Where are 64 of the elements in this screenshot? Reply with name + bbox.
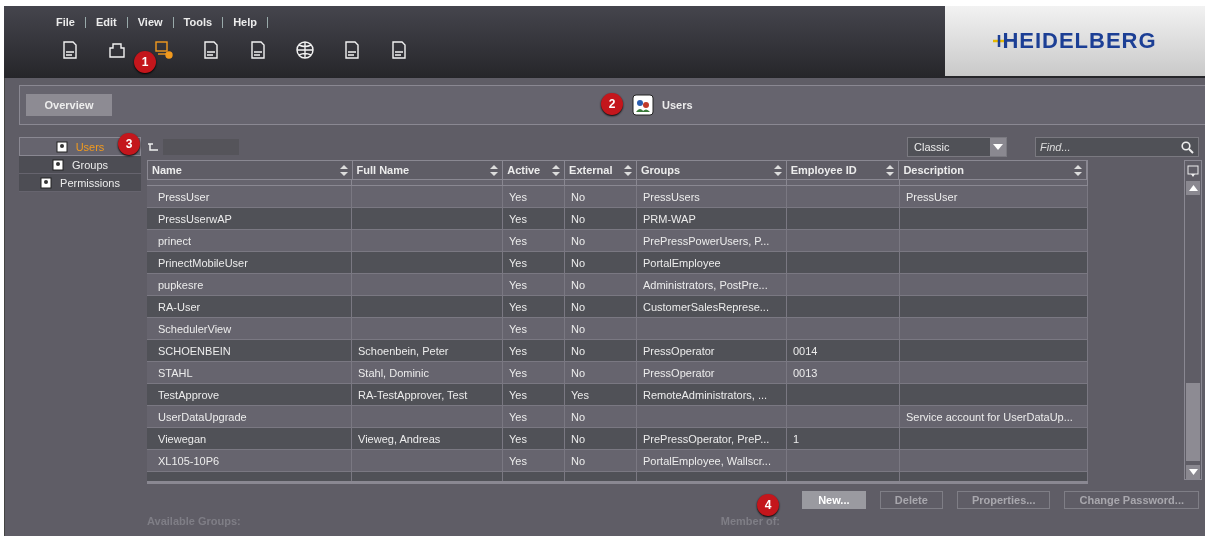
- table-cell: Administrators, PostPre...: [637, 274, 787, 295]
- table-cell: XL105-10P6: [147, 450, 352, 471]
- table-cell: No: [565, 296, 637, 317]
- table-cell: No: [565, 230, 637, 251]
- table-cell: Yes: [503, 252, 565, 273]
- table-cell: pupkesre: [147, 274, 352, 295]
- table-cell: PressUserwAP: [147, 208, 352, 229]
- table-cell: No: [565, 450, 637, 471]
- logo-text: HEIDELBERG: [1002, 28, 1157, 54]
- sidebar-tab-label: Groups: [71, 158, 109, 171]
- table-cell: Yes: [503, 274, 565, 295]
- table-cell: Yes: [503, 450, 565, 471]
- table-cell: No: [565, 340, 637, 361]
- table-cell: CustomerSalesReprese...: [637, 296, 787, 317]
- table-cell: No: [565, 274, 637, 295]
- table-cell: Yes: [503, 384, 565, 405]
- table-cell: Vieweg, Andreas: [352, 428, 503, 449]
- table-cell: No: [565, 362, 637, 383]
- table-cell: Yes: [503, 362, 565, 383]
- table-cell: Stahl, Dominic: [352, 362, 503, 383]
- table-cell: Yes: [503, 208, 565, 229]
- sidebar-tab-label: Permissions: [60, 176, 120, 189]
- table-cell: No: [565, 406, 637, 427]
- table-cell: Yes: [503, 230, 565, 251]
- table-cell: Yes: [503, 428, 565, 449]
- table-cell: PRM-WAP: [637, 208, 787, 229]
- table-cell: No: [565, 252, 637, 273]
- table-cell: Yes: [565, 384, 637, 405]
- sidebar-tab-label: Users: [75, 140, 105, 153]
- table-cell: PressOperator: [637, 340, 787, 361]
- table-cell: PrePressOperator, PreP...: [637, 428, 787, 449]
- table-cell: STAHL: [147, 362, 352, 383]
- page-title: Users: [662, 99, 693, 111]
- table-cell: RA-User: [147, 296, 352, 317]
- table-cell: Yes: [503, 318, 565, 339]
- table-cell: No: [565, 186, 637, 207]
- table-cell: No: [565, 428, 637, 449]
- table-cell: PrinectMobileUser: [147, 252, 352, 273]
- table-cell: PressUser: [900, 186, 1088, 207]
- table-cell: No: [565, 318, 637, 339]
- table-cell: PressOperator: [637, 362, 787, 383]
- table-cell: 0013: [787, 362, 900, 383]
- table-cell: Service account for UserDataUp...: [900, 406, 1088, 427]
- table-cell: TestApprove: [147, 384, 352, 405]
- table-cell: Viewegan: [147, 428, 352, 449]
- table-cell: RemoteAdministrators, ...: [637, 384, 787, 405]
- table-cell: SchedulerView: [147, 318, 352, 339]
- table-cell: 1: [787, 428, 900, 449]
- table-cell: SCHOENBEIN: [147, 340, 352, 361]
- table-cell: PrePressPowerUsers, P...: [637, 230, 787, 251]
- table-cell: UserDataUpgrade: [147, 406, 352, 427]
- table-cell: No: [565, 208, 637, 229]
- table-cell: PortalEmployee: [637, 252, 787, 273]
- table-cell: 0014: [787, 340, 900, 361]
- table-cell: PressUsers: [637, 186, 787, 207]
- table-cell: prinect: [147, 230, 352, 251]
- table-cell: Schoenbein, Peter: [352, 340, 503, 361]
- table-cell: Yes: [503, 296, 565, 317]
- table-cell: PortalEmployee, Wallscr...: [637, 450, 787, 471]
- table-cell: Yes: [503, 406, 565, 427]
- table-cell: RA-TestApprover, Test: [352, 384, 503, 405]
- table-cell: Yes: [503, 186, 565, 207]
- table-cell: PressUser: [147, 186, 352, 207]
- table-cell: Yes: [503, 340, 565, 361]
